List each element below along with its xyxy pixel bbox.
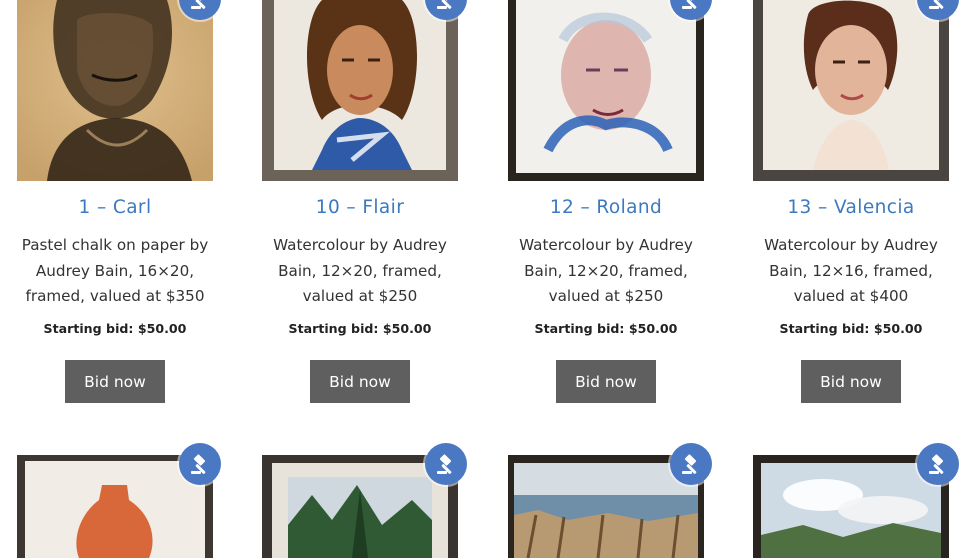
description-line: Audrey Bain, 16×20, <box>35 261 195 280</box>
gavel-icon <box>929 0 944 9</box>
starting-bid: Starting bid: $50.00 <box>496 321 716 336</box>
description-line: framed, valued at $350 <box>25 287 205 305</box>
starting-bid-label: Starting bid: <box>43 321 134 336</box>
starting-bid-value: $50.00 <box>382 321 432 336</box>
bid-badge[interactable] <box>425 443 467 485</box>
product-description: Watercolour by Audrey Bain, 12×20, frame… <box>496 233 716 310</box>
product-title[interactable]: 13 – Valencia <box>741 197 961 218</box>
product-title[interactable]: 12 – Roland <box>496 197 716 218</box>
description-line: valued at $250 <box>302 287 418 305</box>
product-image-carl[interactable] <box>17 0 213 181</box>
gavel-icon <box>437 0 452 9</box>
bid-badge[interactable] <box>670 443 712 485</box>
description-line: Watercolour by Audrey <box>273 236 447 254</box>
starting-bid-value: $50.00 <box>873 321 923 336</box>
description-line: Watercolour by Audrey <box>519 236 693 254</box>
bid-now-button[interactable]: Bid now <box>801 360 901 403</box>
starting-bid: Starting bid: $50.00 <box>5 321 225 336</box>
description-line: valued at $400 <box>793 287 909 305</box>
product-description: Pastel chalk on paper by Audrey Bain, 16… <box>5 233 225 310</box>
starting-bid-value: $50.00 <box>137 321 187 336</box>
starting-bid-label: Starting bid: <box>534 321 625 336</box>
gavel-icon <box>437 454 452 474</box>
gavel-icon <box>682 0 697 9</box>
gavel-icon <box>929 454 944 474</box>
bid-badge[interactable] <box>179 443 221 485</box>
gavel-icon <box>191 454 206 474</box>
product-image-valencia[interactable] <box>753 0 949 181</box>
description-line: Bain, 12×16, framed, <box>769 261 933 280</box>
description-line: Watercolour by Audrey <box>764 236 938 254</box>
description-line: Bain, 12×20, framed, <box>524 261 688 280</box>
product-image-roland[interactable] <box>508 0 704 181</box>
product-description: Watercolour by Audrey Bain, 12×20, frame… <box>250 233 470 310</box>
product-image-flair[interactable] <box>262 0 458 181</box>
gavel-icon <box>191 0 206 9</box>
bid-badge[interactable] <box>917 443 959 485</box>
product-description: Watercolour by Audrey Bain, 12×16, frame… <box>741 233 961 310</box>
starting-bid-label: Starting bid: <box>288 321 379 336</box>
gavel-icon <box>682 454 697 474</box>
starting-bid: Starting bid: $50.00 <box>741 321 961 336</box>
bid-now-button[interactable]: Bid now <box>556 360 656 403</box>
bid-now-button[interactable]: Bid now <box>310 360 410 403</box>
description-line: Bain, 12×20, framed, <box>278 261 442 280</box>
starting-bid-value: $50.00 <box>628 321 678 336</box>
description-line: Pastel chalk on paper by <box>21 236 209 254</box>
starting-bid: Starting bid: $50.00 <box>250 321 470 336</box>
bid-now-button[interactable]: Bid now <box>65 360 165 403</box>
product-title[interactable]: 10 – Flair <box>250 197 470 218</box>
product-title[interactable]: 1 – Carl <box>5 197 225 218</box>
starting-bid-label: Starting bid: <box>779 321 870 336</box>
description-line: valued at $250 <box>548 287 664 305</box>
